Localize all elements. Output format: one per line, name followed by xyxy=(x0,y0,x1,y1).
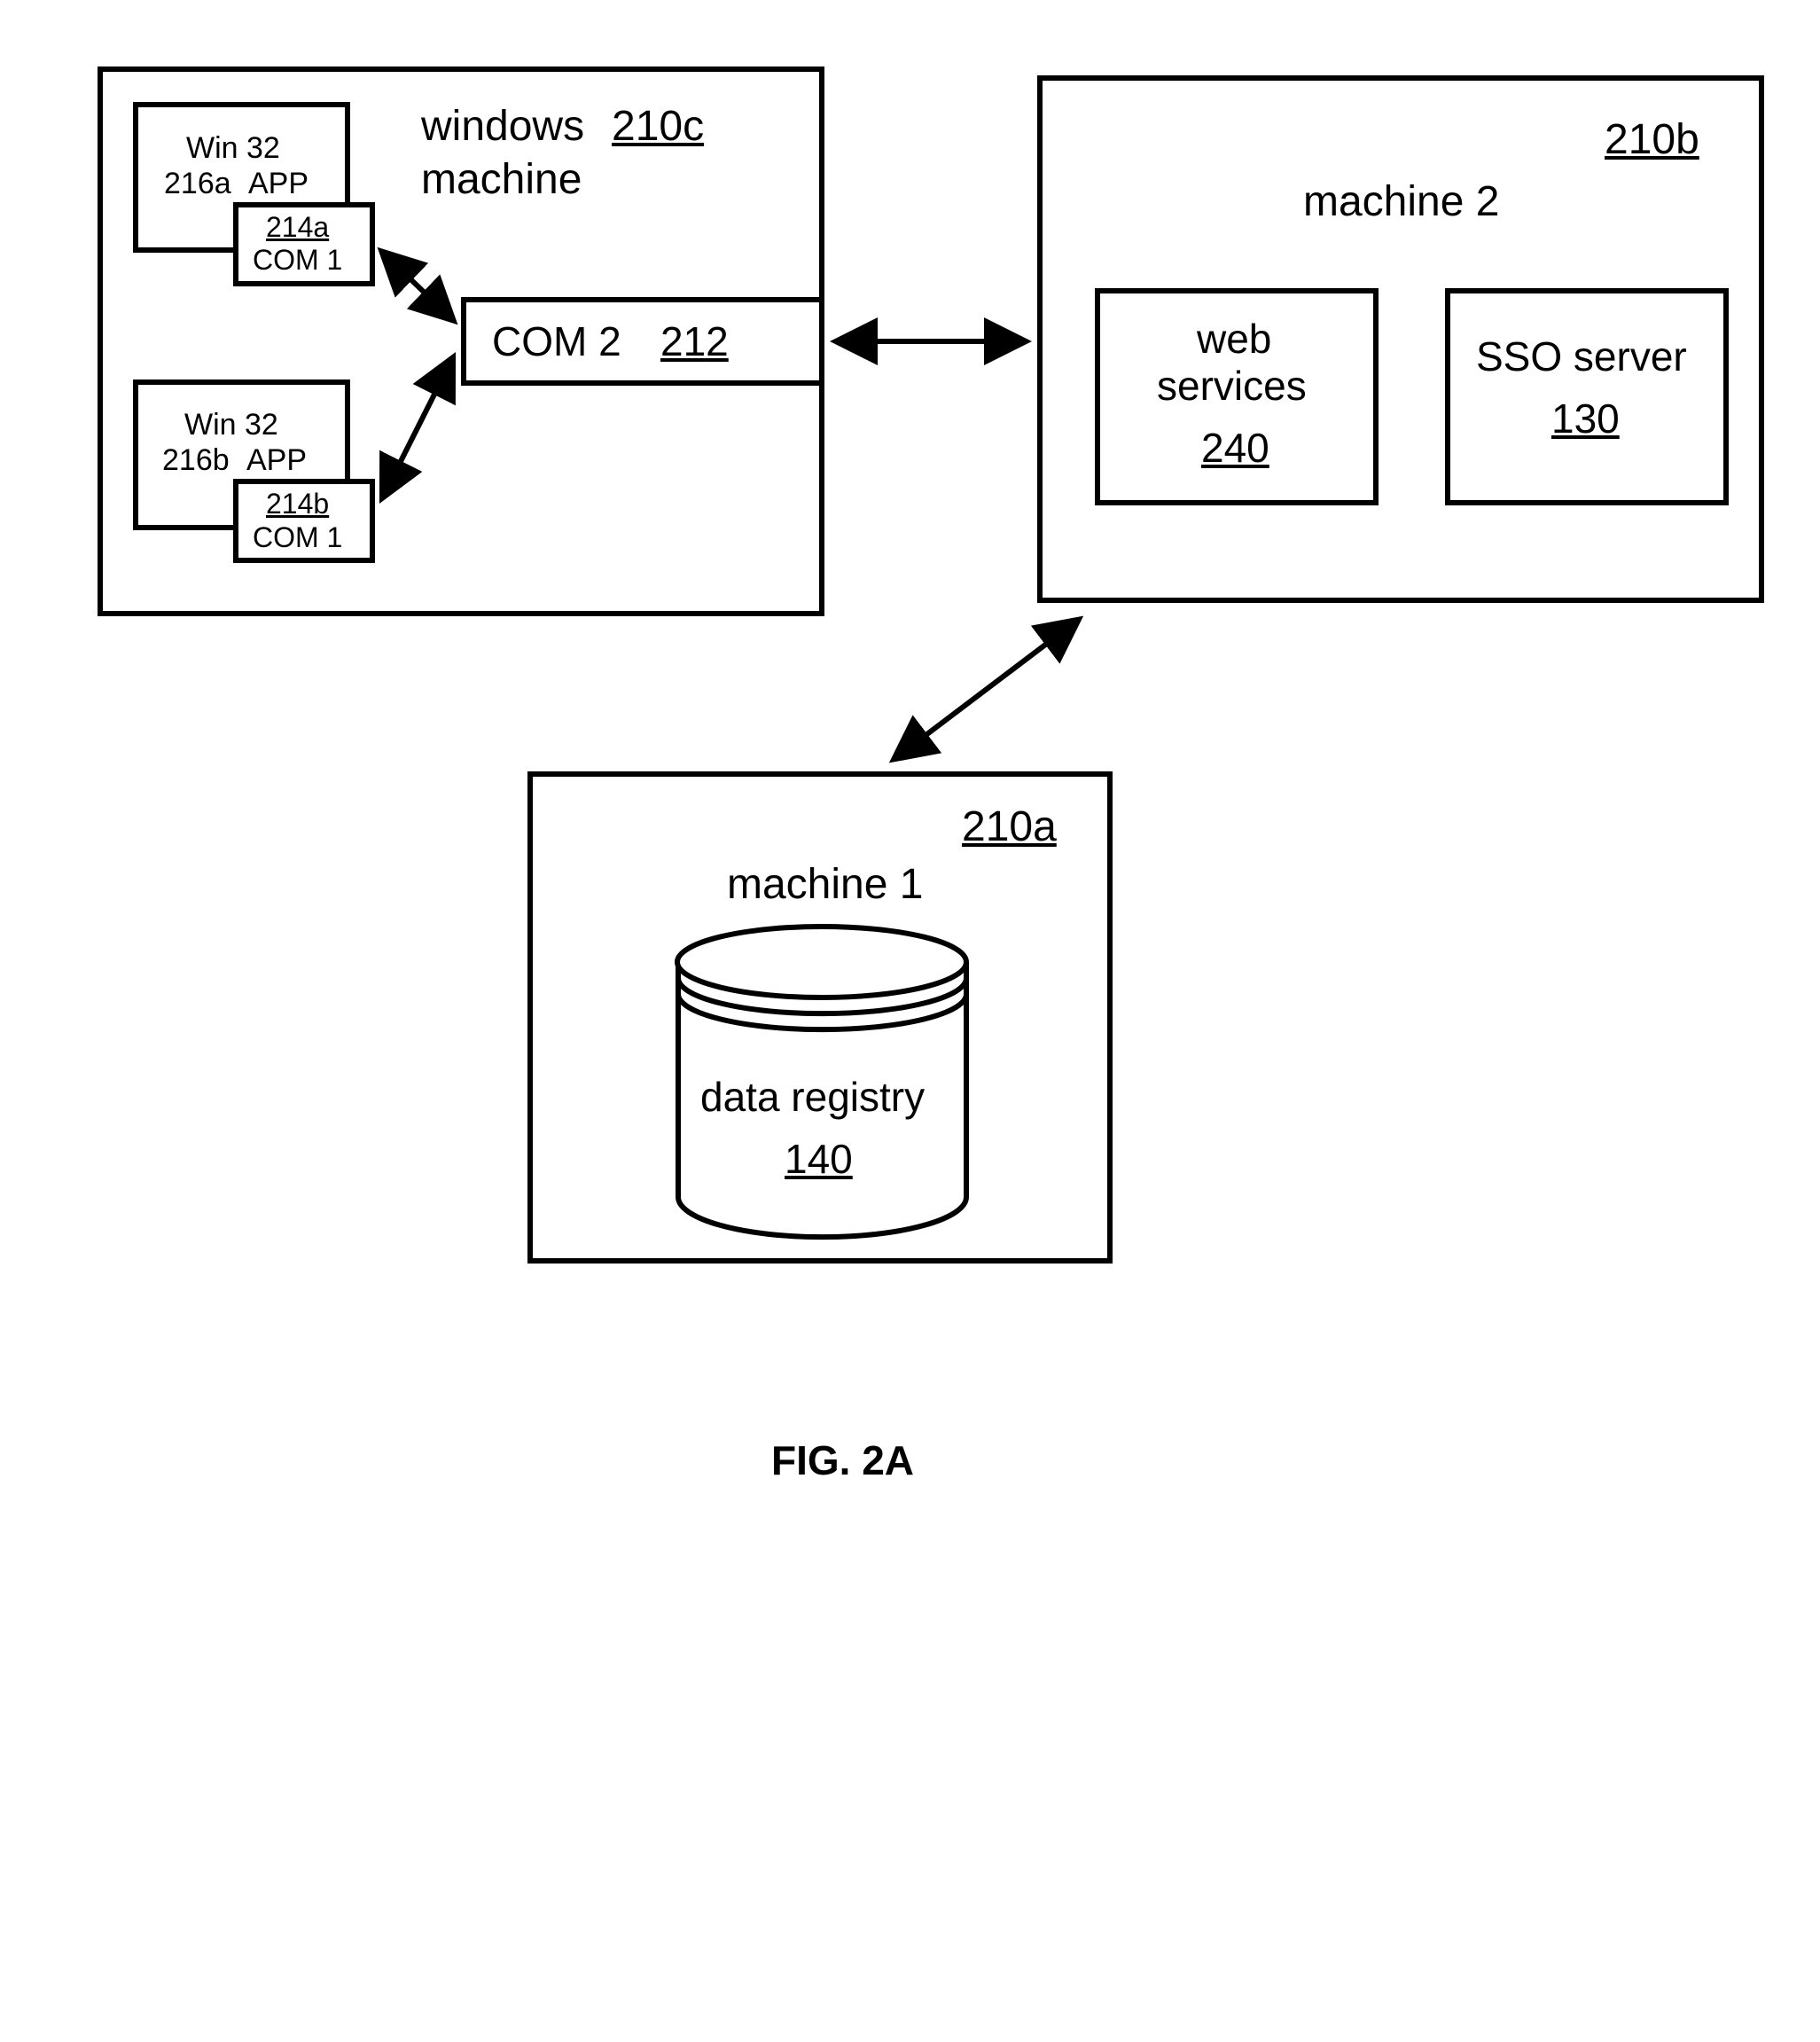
arrow-machine2-machine1 xyxy=(895,621,1077,758)
sso-server-label: SSO server xyxy=(1476,333,1687,380)
win32-app-a-app: APP xyxy=(248,167,309,201)
web-services-label1: web xyxy=(1197,315,1271,363)
web-services-label2: services xyxy=(1157,362,1307,410)
machine2-title: machine 2 xyxy=(1303,177,1499,226)
machine2-ref: 210b xyxy=(1605,115,1699,164)
win32-app-a-line1: Win 32 xyxy=(186,131,280,166)
diagram-canvas: windows machine 210c Win 32 216a APP 214… xyxy=(0,0,1820,2042)
windows-machine-title-2: machine xyxy=(421,155,582,204)
com2-ref: 212 xyxy=(660,317,729,365)
com1-a-ref: 214a xyxy=(266,211,329,244)
win32-app-b-app: APP xyxy=(246,443,307,478)
machine1-ref: 210a xyxy=(962,802,1057,851)
win32-app-b-ref: 216b xyxy=(162,443,230,478)
windows-machine-ref: 210c xyxy=(612,102,704,151)
com1-b-label: COM 1 xyxy=(253,521,342,554)
data-registry-label: data registry xyxy=(700,1073,925,1121)
figure-caption: FIG. 2A xyxy=(771,1436,914,1484)
com2-label: COM 2 xyxy=(492,317,621,365)
windows-machine-title-1: windows xyxy=(421,102,584,151)
web-services-ref: 240 xyxy=(1201,424,1269,472)
sso-server-ref: 130 xyxy=(1551,395,1620,442)
data-registry-ref: 140 xyxy=(785,1135,853,1183)
com1-a-label: COM 1 xyxy=(253,244,342,277)
win32-app-b-line1: Win 32 xyxy=(184,408,278,442)
win32-app-a-ref: 216a xyxy=(164,167,231,201)
com1-b-ref: 214b xyxy=(266,488,329,520)
machine1-title: machine 1 xyxy=(727,860,923,909)
